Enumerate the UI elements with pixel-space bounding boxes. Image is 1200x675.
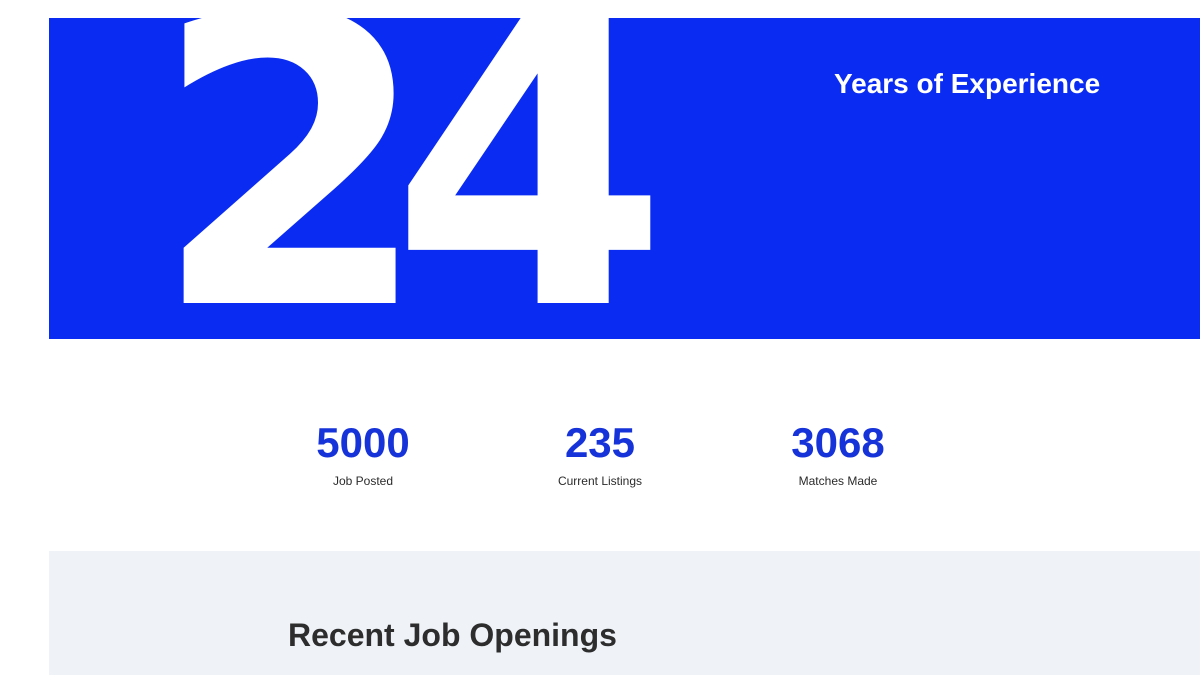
stat-current-listings: 235 Current Listings [500,416,700,488]
recent-job-openings-section: Recent Job Openings [49,551,1200,675]
experience-banner: 24 Years of Experience [49,18,1200,339]
section-title: Recent Job Openings [288,617,617,653]
years-number: 24 [152,18,669,339]
stat-value: 5000 [316,419,410,466]
stat-value: 3068 [791,419,885,466]
page: 24 Years of Experience 5000 Job Posted 2… [0,0,1200,675]
stat-job-posted: 5000 Job Posted [263,416,463,488]
stat-label: Matches Made [798,474,878,488]
years-label: Years of Experience [834,68,1101,99]
stat-label: Job Posted [332,474,394,488]
stat-value: 235 [564,419,636,466]
stat-matches-made: 3068 Matches Made [738,416,938,488]
stats-row: 5000 Job Posted 235 Current Listings 306… [0,416,1200,506]
stat-label: Current Listings [557,474,643,488]
